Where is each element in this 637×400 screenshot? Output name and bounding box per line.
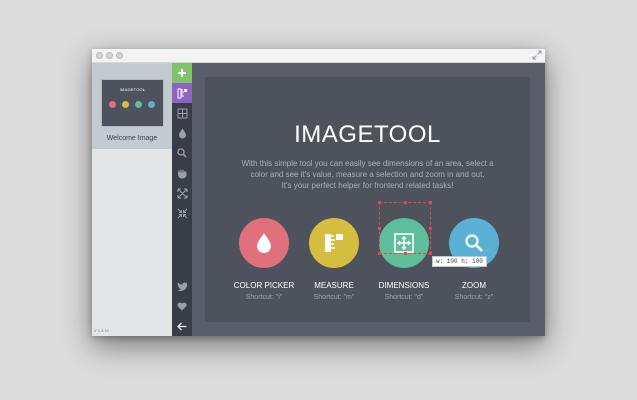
selection-box[interactable] bbox=[378, 201, 432, 255]
plus-icon bbox=[178, 69, 186, 77]
title-bar bbox=[92, 49, 545, 63]
back-button[interactable] bbox=[172, 316, 192, 336]
image-thumbnail: IMAGETOOL bbox=[101, 79, 164, 127]
thumbnail-feature-dot bbox=[122, 101, 129, 108]
description-line: With this simple tool you can easily see… bbox=[241, 159, 494, 168]
heart-icon bbox=[177, 302, 187, 310]
droplet-icon bbox=[257, 233, 271, 253]
image-item-label: Welcome Image bbox=[106, 135, 158, 142]
feature-label: DIMENSIONS bbox=[378, 281, 430, 290]
welcome-panel: IMAGETOOL With this simple tool you can … bbox=[205, 77, 530, 322]
thumbnail-feature-dot bbox=[148, 101, 155, 108]
selection-handle[interactable] bbox=[404, 201, 407, 204]
main-canvas: IMAGETOOL With this simple tool you can … bbox=[192, 63, 545, 336]
image-list-item-welcome[interactable]: IMAGETOOL Welcome Image bbox=[92, 63, 172, 149]
selection-handle[interactable] bbox=[404, 252, 407, 255]
dimensions-icon bbox=[177, 108, 187, 118]
feature-shortcut: Shortcut: "m" bbox=[313, 294, 355, 301]
tool-color-picker[interactable] bbox=[172, 123, 192, 143]
arrow-left-icon bbox=[177, 322, 187, 330]
collapse-arrows-icon bbox=[177, 208, 187, 218]
version-label: V 1.3.10 bbox=[94, 328, 109, 333]
selection-handle[interactable] bbox=[429, 252, 432, 255]
selection-handle[interactable] bbox=[378, 201, 381, 204]
feature-shortcut: Shortcut: "z" bbox=[454, 294, 494, 301]
selection-size-label: w: 100 h: 100 bbox=[432, 256, 487, 267]
app-window: IMAGETOOL Welcome Image V 1.3.10 IMAGETO… bbox=[92, 49, 545, 336]
twitter-icon bbox=[176, 281, 187, 291]
minimize-window-button[interactable] bbox=[106, 52, 113, 59]
feature-shortcut: Shortcut: "d" bbox=[384, 294, 424, 301]
feature-label: COLOR PICKER bbox=[233, 281, 295, 290]
page-title: IMAGETOOL bbox=[294, 121, 441, 148]
tool-zoom[interactable] bbox=[172, 143, 192, 163]
expand-icon[interactable] bbox=[532, 50, 542, 60]
tool-expand[interactable] bbox=[172, 183, 192, 203]
description-line: It's your perfect helper for frontend re… bbox=[281, 181, 454, 190]
feature-icon-circle[interactable] bbox=[239, 218, 289, 268]
close-window-button[interactable] bbox=[96, 52, 103, 59]
selection-handle[interactable] bbox=[429, 227, 432, 230]
selection-handle[interactable] bbox=[378, 252, 381, 255]
ruler-icon bbox=[177, 88, 187, 98]
image-sidebar: IMAGETOOL Welcome Image V 1.3.10 bbox=[92, 63, 172, 336]
droplet-icon bbox=[178, 128, 186, 138]
thumbnail-feature-dot bbox=[135, 101, 142, 108]
thumbnail-title: IMAGETOOL bbox=[119, 87, 146, 92]
description-line: color and see it's value, measure a sele… bbox=[250, 170, 485, 179]
magnifier-icon bbox=[465, 234, 483, 252]
selection-handle[interactable] bbox=[378, 227, 381, 230]
tool-measure[interactable] bbox=[172, 83, 192, 103]
expand-arrows-icon bbox=[177, 188, 187, 198]
ruler-icon bbox=[325, 234, 343, 252]
favorite-button[interactable] bbox=[172, 296, 192, 316]
magnifier-icon bbox=[177, 148, 187, 158]
add-image-button[interactable] bbox=[172, 63, 192, 83]
maximize-window-button[interactable] bbox=[116, 52, 123, 59]
thumbnail-feature-dot bbox=[109, 101, 116, 108]
tool-dimensions[interactable] bbox=[172, 103, 192, 123]
twitter-button[interactable] bbox=[172, 276, 192, 296]
feature-label: MEASURE bbox=[314, 281, 354, 290]
feature-icon-circle[interactable] bbox=[309, 218, 359, 268]
selection-handle[interactable] bbox=[429, 201, 432, 204]
hand-icon bbox=[177, 169, 187, 179]
feature-label: ZOOM bbox=[462, 281, 486, 290]
description: With this simple tool you can easily see… bbox=[220, 158, 515, 191]
feature-shortcut: Shortcut: "i" bbox=[245, 294, 283, 301]
tool-bar bbox=[172, 63, 192, 336]
tool-hand[interactable] bbox=[172, 163, 192, 183]
tool-collapse[interactable] bbox=[172, 203, 192, 223]
